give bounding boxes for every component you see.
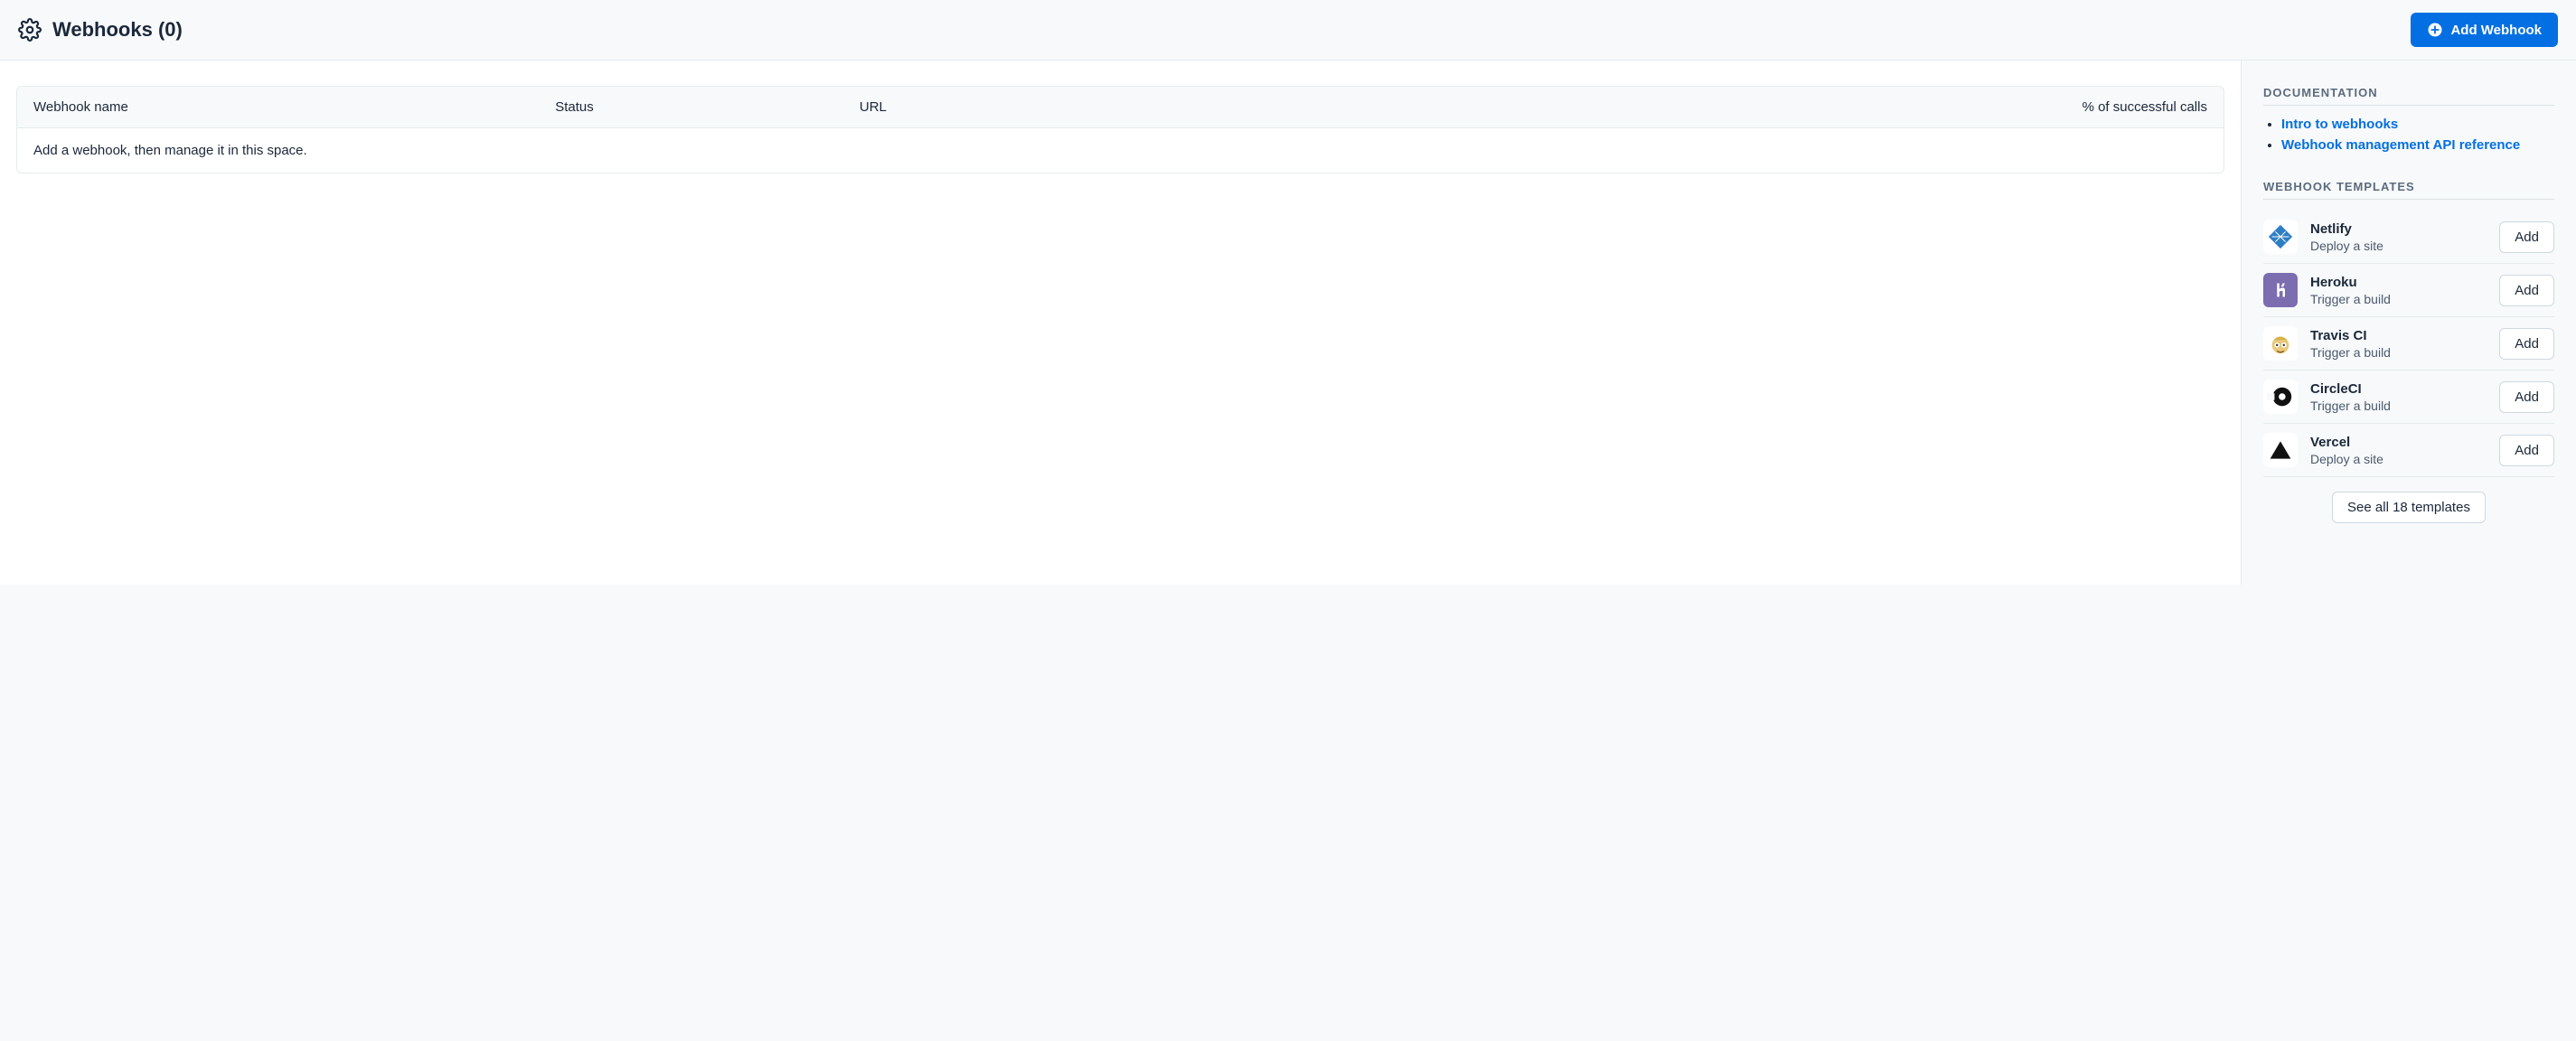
template-add-button-heroku[interactable]: Add — [2499, 275, 2554, 306]
doc-link-api[interactable]: Webhook management API reference — [2281, 137, 2520, 153]
col-header-status: Status — [555, 99, 860, 115]
templates-heading: WEBHOOK TEMPLATES — [2263, 180, 2554, 200]
template-desc: Deploy a site — [2310, 239, 2487, 253]
template-name: Travis CI — [2310, 328, 2487, 343]
plus-circle-icon — [2427, 22, 2443, 38]
header-left: Webhooks (0) — [18, 18, 183, 42]
circleci-icon — [2263, 380, 2298, 414]
template-row-circleci: CircleCI Trigger a build Add — [2263, 370, 2554, 424]
template-name: Vercel — [2310, 435, 2487, 450]
documentation-heading: DOCUMENTATION — [2263, 86, 2554, 106]
table-empty-message: Add a webhook, then manage it in this sp… — [17, 128, 2223, 173]
add-webhook-button[interactable]: Add Webhook — [2411, 13, 2558, 47]
table-header-row: Webhook name Status URL % of successful … — [17, 87, 2223, 128]
vercel-icon — [2263, 433, 2298, 467]
gear-icon — [18, 18, 42, 42]
template-row-netlify: Netlify Deploy a site Add — [2263, 211, 2554, 264]
page-header: Webhooks (0) Add Webhook — [0, 0, 2576, 61]
doc-link-intro[interactable]: Intro to webhooks — [2281, 117, 2398, 132]
template-add-button-circleci[interactable]: Add — [2499, 381, 2554, 413]
template-add-button-vercel[interactable]: Add — [2499, 435, 2554, 466]
template-add-button-netlify[interactable]: Add — [2499, 221, 2554, 253]
col-header-url: URL — [860, 99, 1686, 115]
add-webhook-label: Add Webhook — [2450, 23, 2542, 38]
documentation-links: Intro to webhooks Webhook management API… — [2263, 117, 2554, 153]
main-content: Webhook name Status URL % of successful … — [0, 61, 2242, 585]
template-row-heroku: Heroku Trigger a build Add — [2263, 264, 2554, 317]
template-name: Netlify — [2310, 221, 2487, 237]
page-title: Webhooks (0) — [52, 18, 183, 42]
template-desc: Trigger a build — [2310, 345, 2487, 360]
heroku-icon — [2263, 273, 2298, 307]
template-text: CircleCI Trigger a build — [2310, 381, 2487, 413]
template-text: Travis CI Trigger a build — [2310, 328, 2487, 360]
template-desc: Trigger a build — [2310, 399, 2487, 413]
col-header-name: Webhook name — [33, 99, 555, 115]
template-name: Heroku — [2310, 275, 2487, 290]
see-all-wrap: See all 18 templates — [2263, 492, 2554, 523]
netlify-icon — [2263, 220, 2298, 254]
template-row-vercel: Vercel Deploy a site Add — [2263, 424, 2554, 477]
template-desc: Deploy a site — [2310, 452, 2487, 466]
travis-icon — [2263, 326, 2298, 361]
template-text: Netlify Deploy a site — [2310, 221, 2487, 253]
template-add-button-travis[interactable]: Add — [2499, 328, 2554, 360]
sidebar: DOCUMENTATION Intro to webhooks Webhook … — [2242, 61, 2576, 549]
see-all-templates-button[interactable]: See all 18 templates — [2332, 492, 2486, 523]
col-header-pct: % of successful calls — [1686, 99, 2207, 115]
template-row-travis: Travis CI Trigger a build Add — [2263, 317, 2554, 370]
template-text: Vercel Deploy a site — [2310, 435, 2487, 466]
layout: Webhook name Status URL % of successful … — [0, 61, 2576, 585]
template-name: CircleCI — [2310, 381, 2487, 397]
template-desc: Trigger a build — [2310, 292, 2487, 306]
template-text: Heroku Trigger a build — [2310, 275, 2487, 306]
webhooks-table: Webhook name Status URL % of successful … — [16, 86, 2224, 174]
